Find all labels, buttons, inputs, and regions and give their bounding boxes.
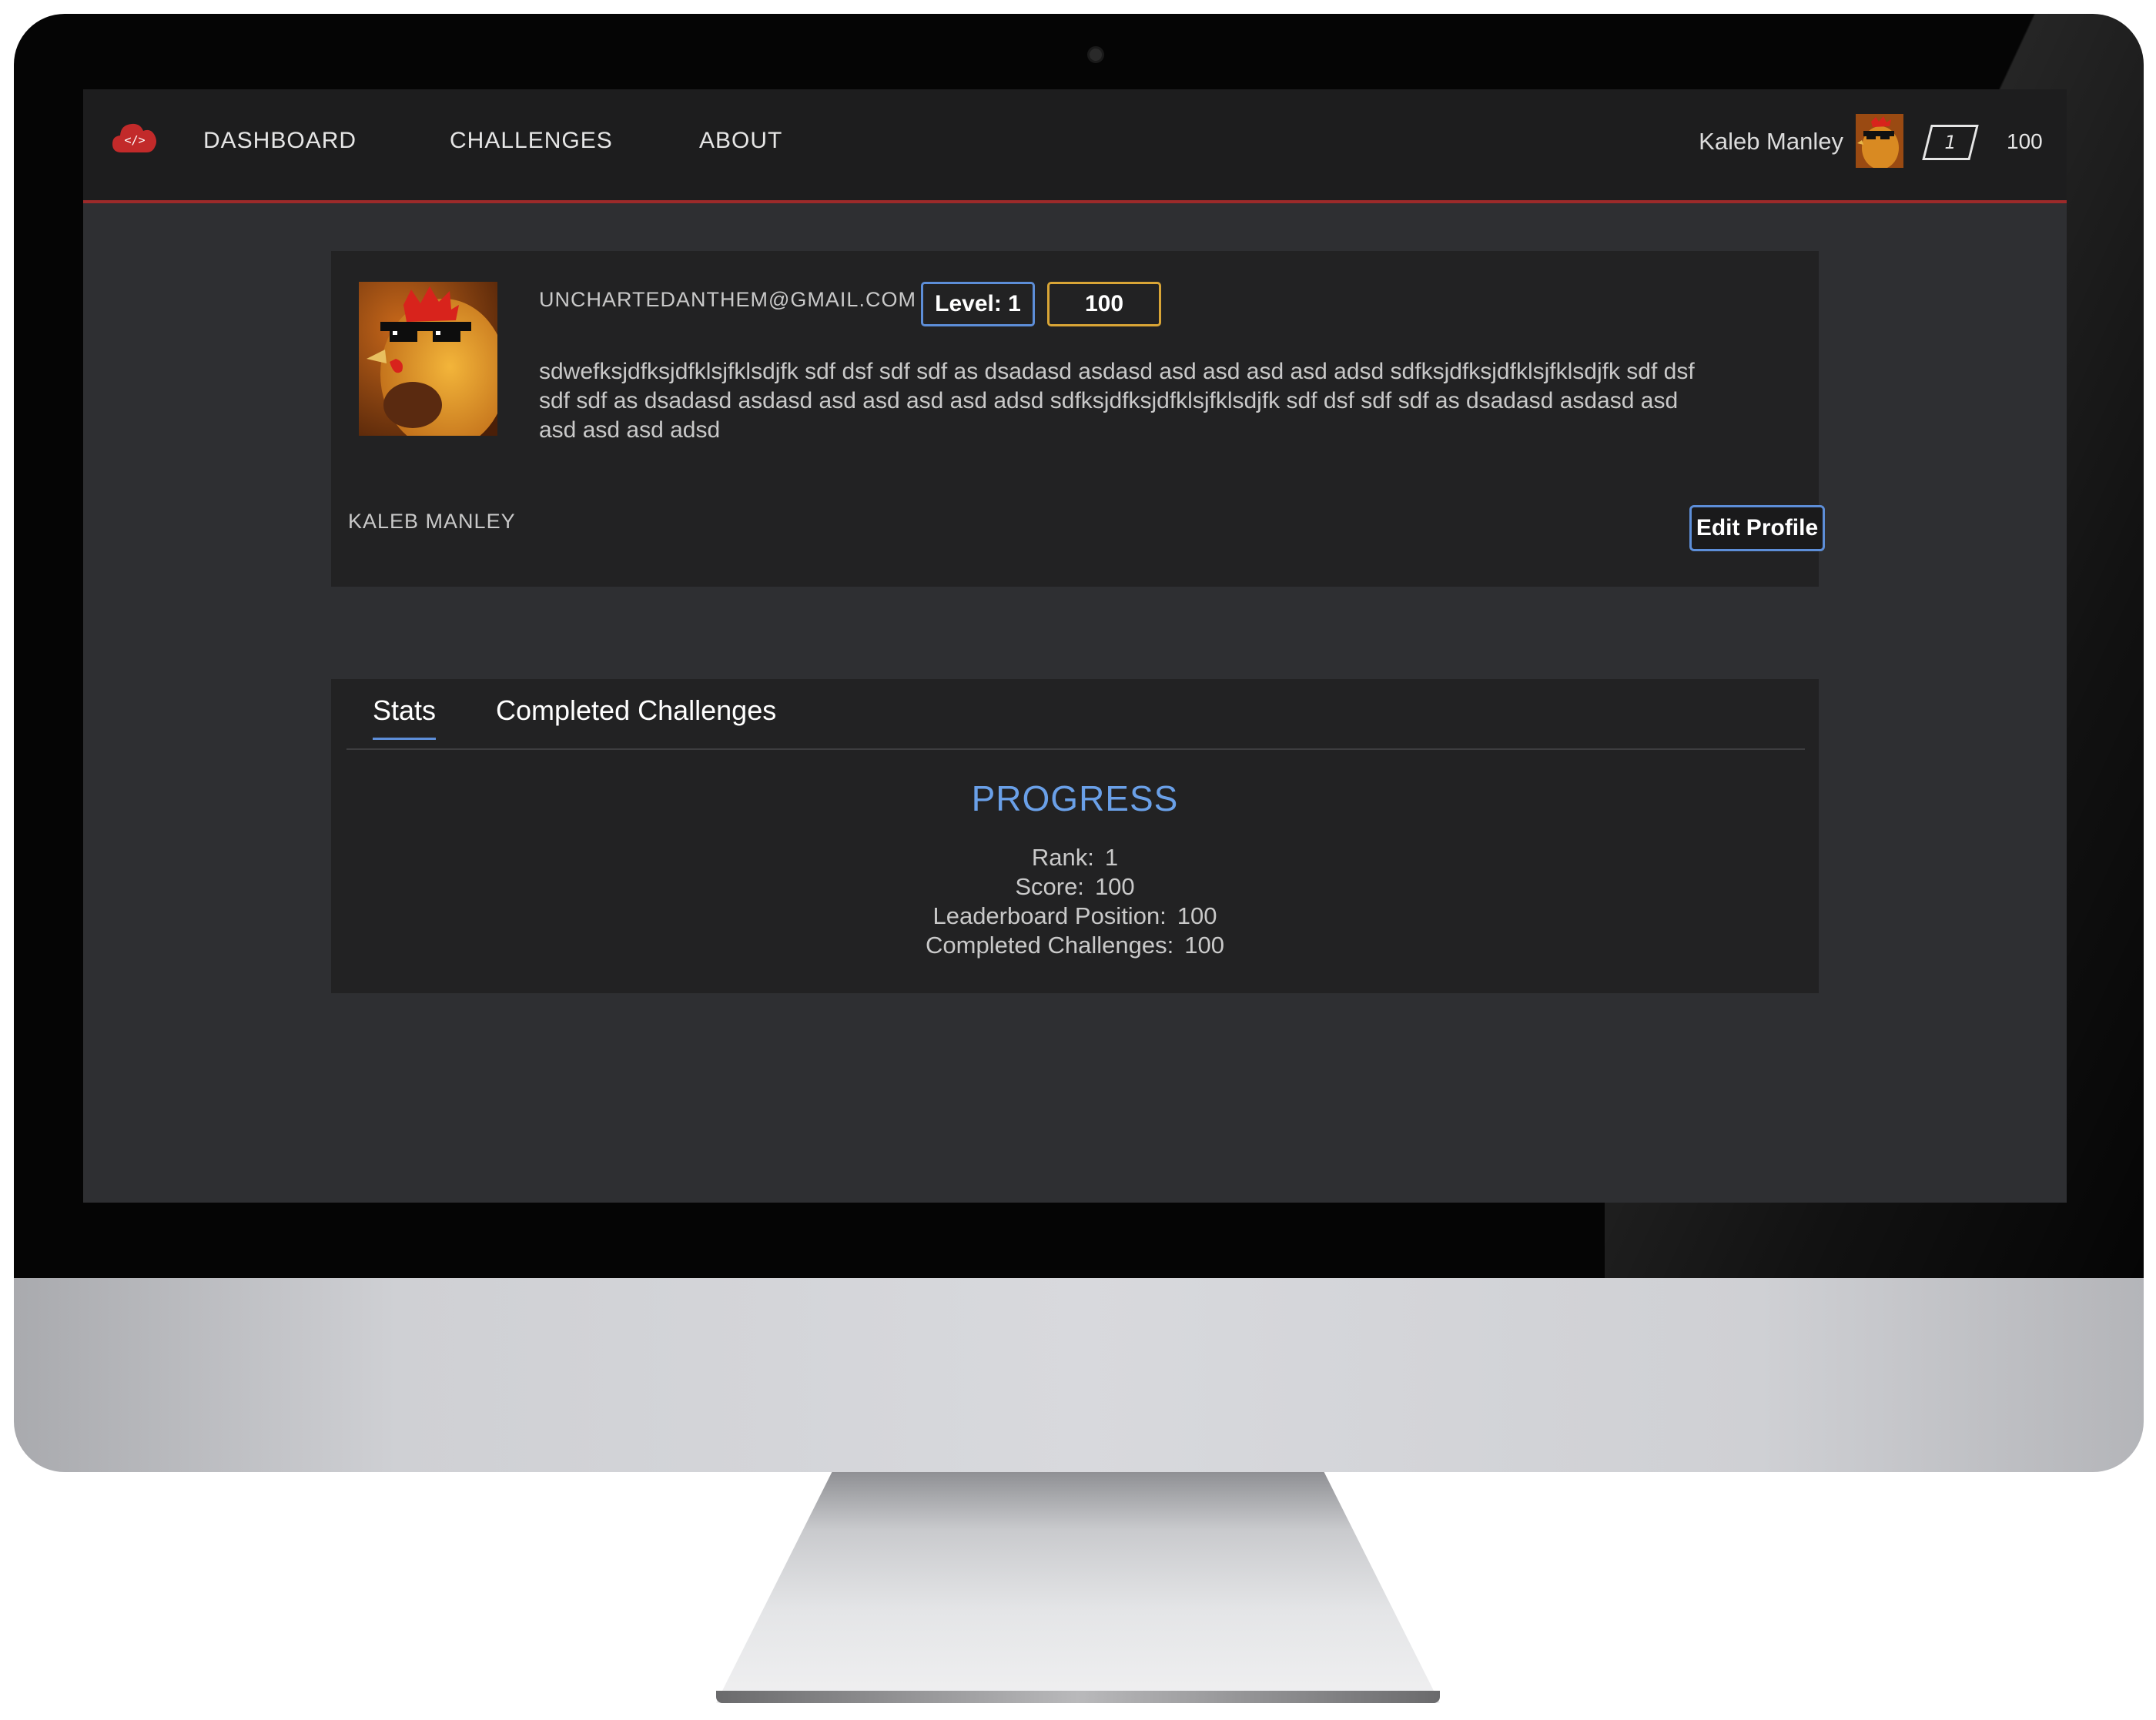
progress-title: PROGRESS xyxy=(971,778,1179,818)
profile-bio: sdwefksjdfksjdfklsjfklsdjfk sdf dsf sdf … xyxy=(539,359,1695,443)
app-screen: </> DASHBOARD CHALLENGES ABOUT Kaleb Man… xyxy=(83,89,2067,1203)
chicken-avatar-icon xyxy=(359,282,497,436)
stat-value: 100 xyxy=(1184,932,1224,959)
level-badge: Level: 1 xyxy=(921,282,1035,326)
stat-score: Score: 100 xyxy=(331,873,1819,901)
points-badge: 100 xyxy=(1047,282,1161,326)
nav-level-value: 1 xyxy=(1944,132,1957,153)
chicken-avatar-icon xyxy=(1856,114,1903,168)
nav-avatar[interactable] xyxy=(1856,114,1903,168)
nav-points: 100 xyxy=(2007,129,2043,153)
edit-profile-button[interactable]: Edit Profile xyxy=(1689,505,1825,551)
stat-leaderboard-position: Leaderboard Position: 100 xyxy=(331,902,1819,930)
stat-value: 100 xyxy=(1094,873,1135,900)
monitor-stand xyxy=(716,1472,1440,1703)
tab-completed-challenges[interactable]: Completed Challenges xyxy=(496,694,776,738)
stat-label: Score: xyxy=(1015,873,1084,900)
profile-card: UNCHARTEDANTHEM@GMAIL.COM Level: 1 100 s… xyxy=(331,251,1825,587)
svg-text:</>: </> xyxy=(124,133,145,147)
stats-card: Stats Completed Challenges PROGRESS Rank… xyxy=(331,679,1819,993)
nav-link-dashboard[interactable]: DASHBOARD xyxy=(203,128,357,154)
camera-icon xyxy=(1087,46,1104,63)
nav-level-indicator: 1 xyxy=(1922,125,1979,160)
stat-label: Completed Challenges: xyxy=(926,932,1174,959)
monitor-stand-base xyxy=(716,1691,1440,1703)
nav-user-name[interactable]: Kaleb Manley xyxy=(1699,128,1843,156)
profile-email: UNCHARTEDANTHEM@GMAIL.COM xyxy=(539,288,916,311)
stat-value: 1 xyxy=(1104,844,1119,871)
tab-stats[interactable]: Stats xyxy=(373,694,437,740)
stat-value: 100 xyxy=(1177,902,1217,929)
cloud-code-logo-icon[interactable]: </> xyxy=(111,119,159,157)
nav-link-about[interactable]: ABOUT xyxy=(699,128,782,154)
monitor-chin xyxy=(14,1278,2144,1472)
stat-rank: Rank: 1 xyxy=(331,844,1819,872)
stat-label: Rank: xyxy=(1031,844,1094,871)
tabs-divider xyxy=(346,748,1805,750)
stat-label: Leaderboard Position: xyxy=(932,902,1167,929)
stat-completed-challenges: Completed Challenges: 100 xyxy=(331,932,1819,959)
profile-name: KALEB MANLEY xyxy=(348,510,516,533)
profile-avatar xyxy=(359,282,497,436)
top-navbar: </> DASHBOARD CHALLENGES ABOUT Kaleb Man… xyxy=(83,89,2067,203)
nav-link-challenges[interactable]: CHALLENGES xyxy=(450,128,613,154)
